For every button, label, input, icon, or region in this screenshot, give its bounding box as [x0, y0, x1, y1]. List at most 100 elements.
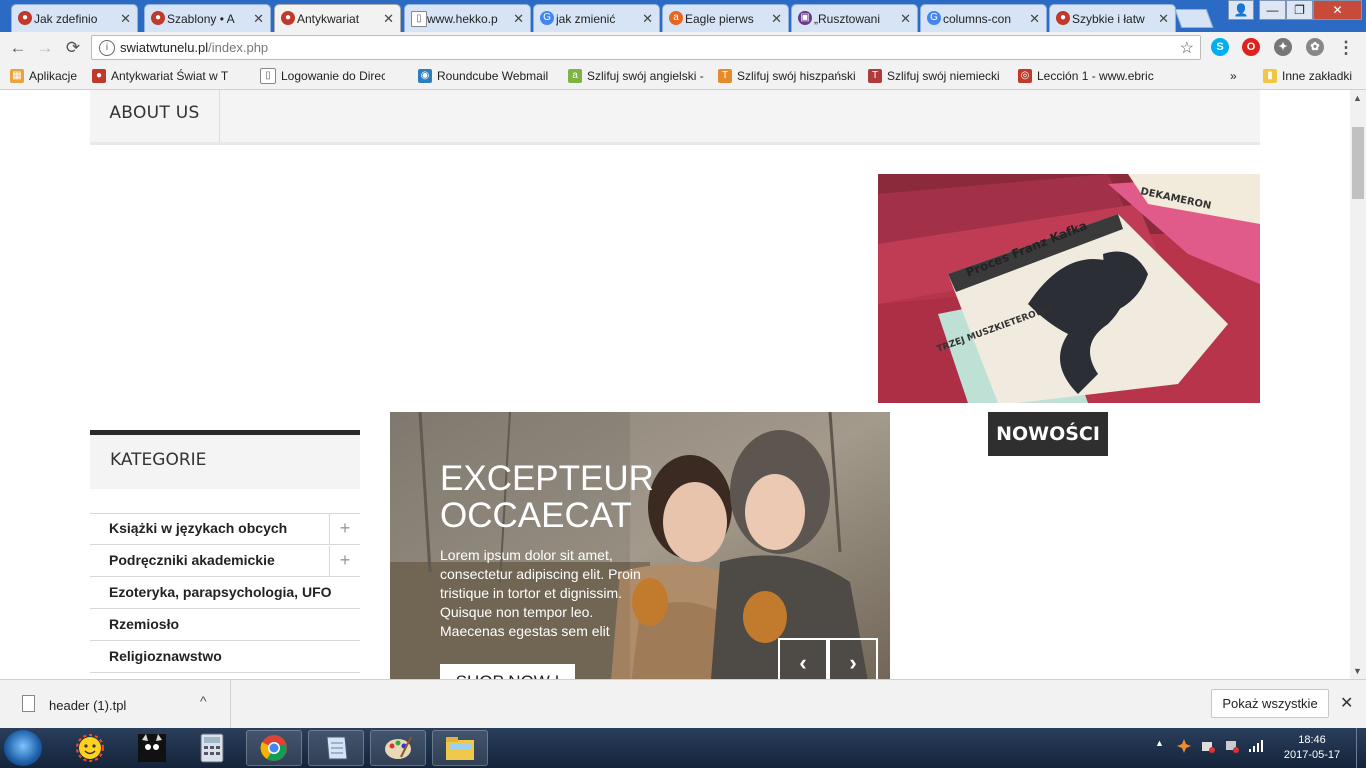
tab-close-icon[interactable]: ✕	[900, 11, 911, 27]
tab-favicon-icon: ●	[281, 11, 295, 25]
tray-network-icon[interactable]	[1224, 738, 1240, 757]
tab-7[interactable]: ▣ „Rusztowani ✕	[791, 4, 918, 32]
opera-icon[interactable]: O	[1242, 38, 1260, 56]
slider-prev-button[interactable]: ‹	[778, 638, 828, 679]
tab-favicon-icon: G	[927, 11, 941, 25]
cat-app-icon[interactable]	[124, 730, 180, 766]
download-filename[interactable]: header (1).tpl	[49, 698, 126, 713]
file-icon	[22, 695, 35, 712]
more-bookmarks-chevron[interactable]: »	[1230, 68, 1246, 84]
bookmark-label: Lección 1 - www.ebric	[1037, 69, 1154, 83]
bookmark-label: Aplikacje	[29, 69, 78, 83]
tab-6[interactable]: a Eagle pierws ✕	[662, 4, 789, 32]
address-bar[interactable]: i swiatwtunelu.pl/index.php ☆	[91, 35, 1201, 60]
close-window-button[interactable]: ✕	[1313, 0, 1362, 20]
tray-security-icon[interactable]	[1200, 738, 1216, 757]
chrome-taskbar-icon[interactable]	[246, 730, 302, 766]
downloads-bar: header (1).tpl ^ Pokaż wszystkie ✕	[0, 679, 1366, 728]
bookmark-item[interactable]: ◎ Lección 1 - www.ebric	[1018, 68, 1158, 84]
back-button[interactable]: ←	[8, 38, 28, 58]
category-item[interactable]: Podręczniki akademickie +	[90, 545, 360, 577]
bookmark-item[interactable]: a Szlifuj swój angielski -	[568, 68, 708, 84]
bookmark-star-icon[interactable]: ☆	[1180, 38, 1194, 58]
scroll-up-icon[interactable]: ▲	[1353, 93, 1362, 103]
category-item[interactable]: Ezoteryka, parapsychologia, UFO	[90, 577, 360, 609]
bookmark-item[interactable]: T Szlifuj swój niemiecki	[868, 68, 1003, 84]
clock-date: 2017-05-17	[1283, 749, 1341, 761]
site-info-icon[interactable]: i	[99, 40, 115, 56]
profile-button[interactable]: 👤	[1228, 0, 1254, 20]
shop-now-button[interactable]: SHOP NOW !	[440, 664, 575, 679]
bookmark-item[interactable]: T Szlifuj swój hiszpański	[718, 68, 858, 84]
page-scrollbar[interactable]: ▲ ▼	[1350, 90, 1366, 679]
category-item[interactable]: Książki w językach obcych +	[90, 513, 360, 545]
new-tab-button[interactable]	[1174, 9, 1214, 28]
bookmark-item[interactable]: ▮ Inne zakładki	[1263, 68, 1353, 84]
tools-icon[interactable]: ✿	[1306, 38, 1324, 56]
bookmark-label: Szlifuj swój angielski -	[587, 69, 704, 83]
category-item[interactable]: Rzemiosło	[90, 609, 360, 641]
notepad-app-icon[interactable]	[308, 730, 364, 766]
tab-title: www.hekko.p	[427, 11, 498, 26]
tab-title: Eagle pierws	[685, 11, 754, 26]
tab-title: jak zmienić	[556, 11, 616, 26]
category-sidebar: KATEGORIE Książki w językach obcych + Podr…	[90, 430, 360, 679]
calculator-icon[interactable]	[184, 730, 240, 766]
tab-close-icon[interactable]: ✕	[120, 11, 131, 27]
tab-close-icon[interactable]: ✕	[1029, 11, 1040, 27]
start-button[interactable]	[4, 730, 42, 766]
tab-title: Jak zdefinio	[34, 11, 98, 26]
tab-close-icon[interactable]: ✕	[513, 11, 524, 27]
bookmark-item[interactable]: ▯ Logowanie do DirectA	[260, 68, 385, 84]
tray-signal-icon[interactable]	[1248, 738, 1264, 757]
tab-8[interactable]: Gcolumns-con ✕	[920, 4, 1047, 32]
windows-taskbar: ▲ 18:46 2017-05-17	[0, 728, 1366, 768]
minimize-button[interactable]: —	[1259, 0, 1286, 20]
tab-strip: ● Jak zdefinio ✕ ● Szablony • A ✕ ● Antykwariat…	[0, 0, 1366, 32]
expand-plus-icon[interactable]: +	[329, 546, 360, 576]
forward-button[interactable]: →	[35, 38, 55, 58]
news-heading: NOWOŚCI	[988, 412, 1108, 456]
tab-close-icon[interactable]: ✕	[1158, 11, 1169, 27]
bookmark-label: Szlifuj swój niemiecki	[887, 69, 1000, 83]
show-all-downloads-button[interactable]: Pokaż wszystkie	[1211, 689, 1329, 718]
smiley-app-icon[interactable]	[62, 730, 118, 766]
scroll-down-icon[interactable]: ▼	[1353, 666, 1362, 676]
tab-close-icon[interactable]: ✕	[253, 11, 264, 27]
tab-9[interactable]: ● Szybkie i łatw ✕	[1049, 4, 1176, 32]
tab-2[interactable]: ● Szablony • A ✕	[144, 4, 271, 32]
download-options-chevron-icon[interactable]: ^	[200, 693, 207, 709]
maximize-button[interactable]: ❐	[1286, 0, 1313, 20]
tab-1[interactable]: ● Jak zdefinio ✕	[11, 4, 138, 32]
show-desktop-button[interactable]	[1356, 728, 1366, 768]
paint-app-icon[interactable]	[370, 730, 426, 766]
books-photo: Proces Franz Kafka TRZEJ MUSZKIETEROWIE …	[878, 174, 1260, 403]
expand-plus-icon[interactable]: +	[329, 514, 360, 544]
tray-app-icon[interactable]	[1176, 738, 1192, 757]
tray-expand-icon[interactable]: ▲	[1155, 738, 1164, 748]
bookmark-item[interactable]: ● Antykwariat Świat w T	[92, 68, 237, 84]
bookmark-item[interactable]: ▦ Aplikacje	[10, 68, 88, 84]
tab-close-icon[interactable]: ✕	[383, 11, 394, 27]
url-path: /index.php	[208, 40, 269, 55]
explorer-app-icon[interactable]	[432, 730, 488, 766]
tab-4[interactable]: ▯ www.hekko.p ✕	[404, 4, 531, 32]
books-photo-svg: Proces Franz Kafka TRZEJ MUSZKIETEROWIE …	[878, 174, 1260, 403]
scroll-thumb[interactable]	[1352, 127, 1364, 199]
close-downloads-icon[interactable]: ✕	[1340, 693, 1353, 713]
tab-close-icon[interactable]: ✕	[642, 11, 653, 27]
system-clock[interactable]: 18:46 2017-05-17	[1282, 733, 1342, 763]
skype-icon[interactable]: S	[1211, 38, 1229, 56]
chrome-menu-icon[interactable]: ⋮	[1336, 38, 1356, 58]
tab-3[interactable]: ● Antykwariat ✕	[274, 4, 401, 32]
extension-icon[interactable]: ✦	[1274, 38, 1292, 56]
nav-about-us[interactable]: ABOUT US	[90, 90, 220, 142]
bookmark-item[interactable]: ◉ Roundcube Webmail	[418, 68, 553, 84]
category-item[interactable]: Religioznawstwo	[90, 641, 360, 673]
bookmark-label: Szlifuj swój hiszpański	[737, 69, 856, 83]
tab-close-icon[interactable]: ✕	[771, 11, 782, 27]
slider-next-button[interactable]: ›	[828, 638, 878, 679]
bookmarks-bar: ▦ Aplikacje ● Antykwariat Świat w T ▯ Logowan…	[0, 63, 1366, 90]
tab-5[interactable]: Gjak zmienić ✕	[533, 4, 660, 32]
reload-button[interactable]: ⟳	[63, 38, 83, 58]
